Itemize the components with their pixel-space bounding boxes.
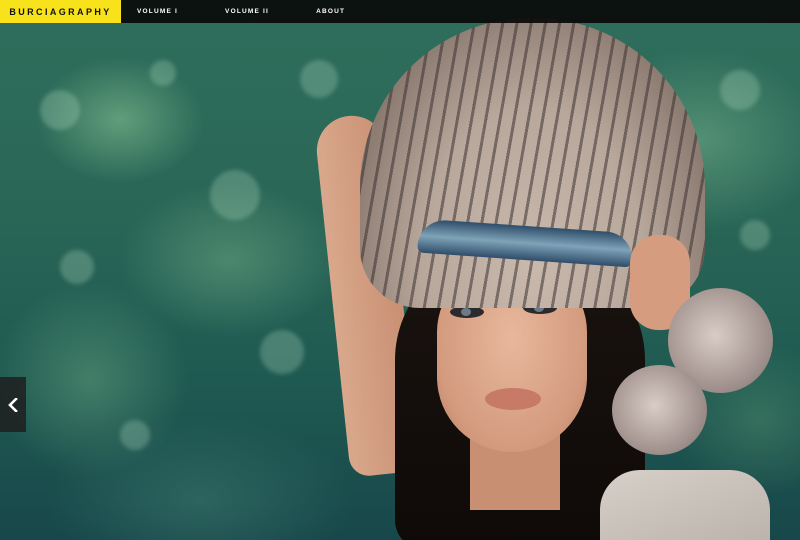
nav-item-volume-ii[interactable]: VOLUME II [225,8,269,15]
rose-small [612,365,707,455]
hero-image [0,0,800,540]
brand-logo[interactable]: BURCIAGRAPHY [0,0,121,23]
dress [600,470,770,540]
nav-item-about[interactable]: ABOUT [316,8,345,15]
mouth [485,388,541,410]
nav-item-volume-i[interactable]: VOLUME I [137,8,178,15]
main-nav: VOLUME I VOLUME II ABOUT [137,8,392,15]
previous-slide-button[interactable] [0,377,26,432]
chevron-left-icon [8,397,18,412]
top-navigation-bar: BURCIAGRAPHY VOLUME I VOLUME II ABOUT [0,0,800,23]
